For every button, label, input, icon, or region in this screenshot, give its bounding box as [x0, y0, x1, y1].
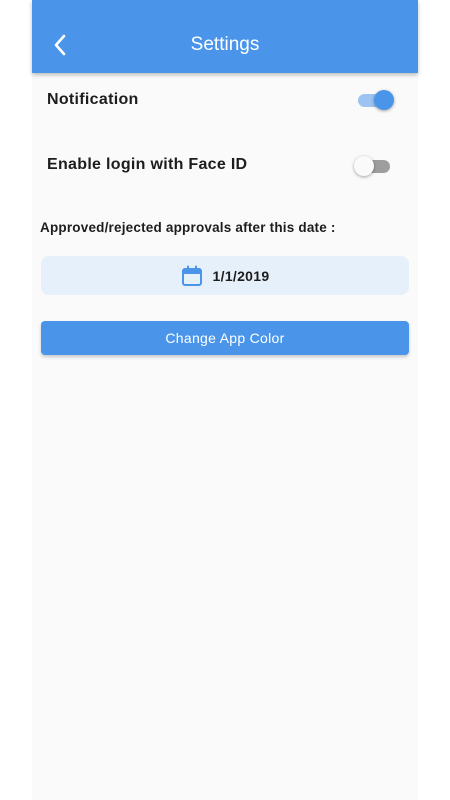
notification-toggle[interactable]	[358, 90, 394, 110]
date-picker-button[interactable]: 1/1/2019	[41, 256, 409, 295]
toggle-thumb	[354, 156, 374, 176]
app-bar: Settings	[32, 0, 418, 73]
change-app-color-button[interactable]: Change App Color	[41, 321, 409, 355]
approvals-date-label: Approved/rejected approvals after this d…	[40, 220, 336, 235]
face-id-toggle[interactable]	[354, 156, 390, 176]
notification-label: Notification	[47, 91, 139, 108]
calendar-icon	[181, 265, 203, 287]
toggle-thumb	[374, 90, 394, 110]
face-id-label: Enable login with Face ID	[47, 156, 248, 173]
settings-screen: Settings Notification Enable login with …	[32, 0, 418, 800]
page-title: Settings	[190, 34, 260, 55]
selected-date: 1/1/2019	[212, 267, 270, 284]
